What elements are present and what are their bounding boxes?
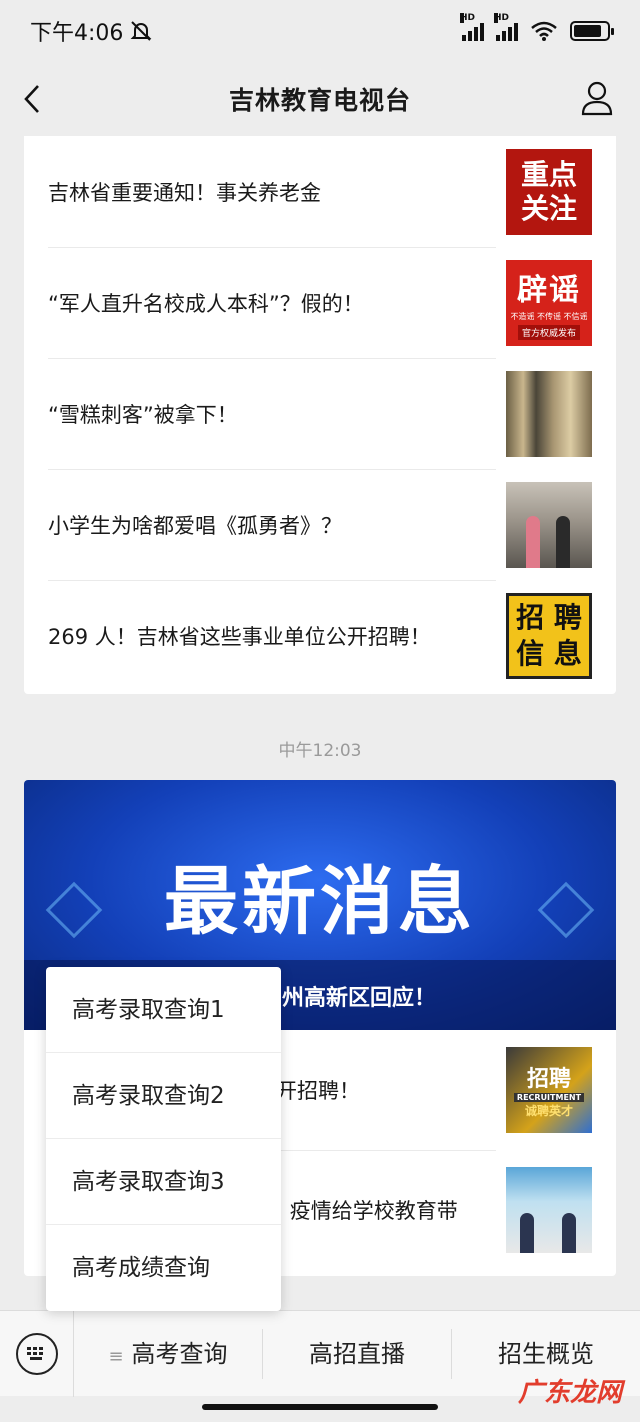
article-item[interactable]: “雪糕刺客”被拿下！ [24,358,616,469]
article-thumbnail: 重点 关注 [506,148,592,235]
article-title: “军人直升名校成人本科”？假的！ [48,291,364,316]
status-left: 下午4:06 [30,15,153,47]
article-title: 吉林省重要通知！事关养老金 [48,180,321,205]
article-thumbnail [506,1167,592,1253]
article-thumbnail [506,370,592,457]
page-title: 吉林教育电视台 [228,86,411,115]
signal-icon-1: HD [460,13,484,41]
article-item[interactable]: “军人直升名校成人本科”？假的！ 辟谣 不造谣 不传谣 不信谣 官方权威发布 [24,247,616,358]
mute-bell-icon [130,21,152,41]
menu-list-icon: ≡ [108,1345,124,1367]
article-thumbnail: 招 聘 信 息 [506,592,592,679]
article-title: “雪糕刺客”被拿下！ [48,402,238,427]
message-timestamp: 中午12:03 [278,741,362,761]
back-arrow-icon[interactable] [18,82,48,116]
article-item[interactable]: 吉林省重要通知！事关养老金 重点 关注 [24,136,616,247]
banner-title: 最新消息 [164,859,476,945]
article-thumbnail: 招聘 RECRUITMENT 诚聘英才 [506,1047,592,1133]
article-thumbnail: 辟谣 不造谣 不传谣 不信谣 官方权威发布 [506,259,592,346]
wifi-icon [531,21,557,41]
watermark-logo: 广东龙网 [517,1378,622,1408]
submenu-popup: 高考录取查询1 高考录取查询2 高考录取查询3 高考成绩查询 [46,967,281,1311]
status-time: 下午4:06 [30,21,124,46]
article-item[interactable]: 269 人！吉林省这些事业单位公开招聘！ 招 聘 信 息 [24,580,616,691]
battery-icon [570,21,614,41]
submenu-item-admission-query-2[interactable]: 高考录取查询2 [46,1053,281,1139]
submenu-item-admission-query-1[interactable]: 高考录取查询1 [46,967,281,1053]
signal-icon-2: HD [494,13,518,41]
article-title: 269 人！吉林省这些事业单位公开招聘！ [48,624,431,649]
nav-bar: 吉林教育电视台 [0,62,640,136]
keyboard-toggle-button[interactable] [0,1310,74,1397]
menu-item-admission-overview[interactable]: 招生概览 [451,1328,640,1379]
menu-item-gaokao-query[interactable]: ≡ 高考查询 [74,1329,262,1379]
article-thumbnail [506,481,592,568]
article-list-card: 吉林省重要通知！事关养老金 重点 关注 “军人直升名校成人本科”？假的！ 辟谣 … [24,136,616,694]
status-bar: 下午4:06 HD HD [0,0,640,62]
user-profile-icon[interactable] [580,80,614,116]
home-indicator[interactable] [202,1404,438,1410]
submenu-item-admission-query-3[interactable]: 高考录取查询3 [46,1139,281,1225]
article-title: 小学生为啥都爱唱《孤勇者》？ [48,513,342,538]
menu-item-live-broadcast[interactable]: 高招直播 [262,1328,451,1379]
article-item[interactable]: 小学生为啥都爱唱《孤勇者》？ [24,469,616,580]
status-right: HD HD [460,13,614,42]
keyboard-icon [15,1332,58,1375]
submenu-item-score-query[interactable]: 高考成绩查询 [46,1225,281,1311]
